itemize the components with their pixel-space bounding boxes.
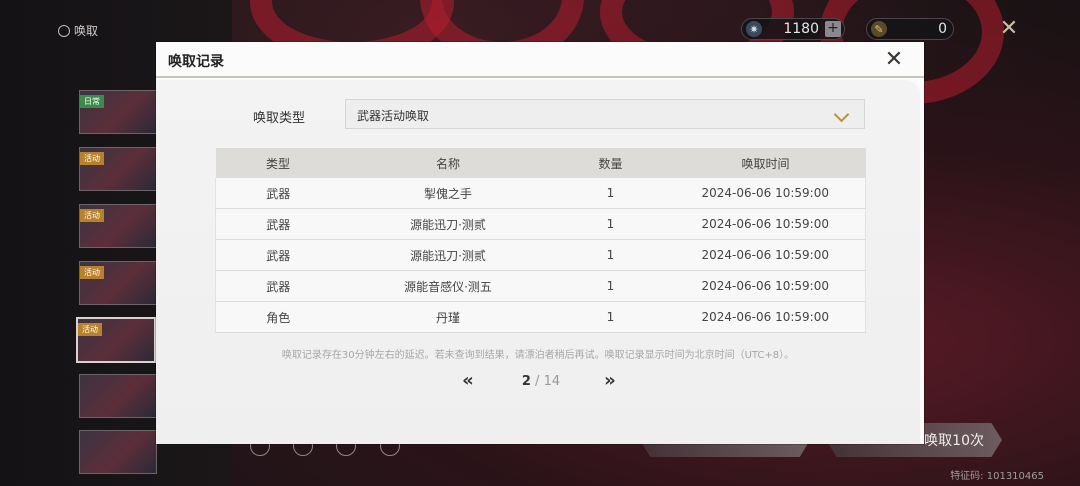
cell-type: 武器 [215,239,341,271]
summon-icon [58,24,70,37]
cell-name: 源能迅刀·测贰 [340,239,556,271]
nav-label: 唤取 [74,24,99,38]
table-row: 武器 源能迅刀·测贰 1 2024-06-06 10:59:00 [215,208,866,240]
column-header: 名称 [340,148,556,178]
banner-card[interactable]: 活动 [79,204,157,248]
modal-body: 唤取类型 武器活动唤取 类型 名称 数量 唤取时间 武器 掣傀之手 1 2024… [156,80,920,444]
banner-tag: 活动 [80,266,104,279]
cell-time: 2024-06-06 10:59:00 [665,208,866,240]
close-page-icon[interactable]: ✕ [998,18,1020,40]
banner-card[interactable] [79,374,157,418]
prev-page-icon[interactable]: « [456,372,480,392]
add-currency-button[interactable]: + [825,21,841,37]
modal-title: 唤取记录 [168,54,224,70]
cell-type: 武器 [215,208,341,240]
banner-tag: 活动 [78,323,102,336]
uid-label: 特征码: 101310465 [950,471,1044,482]
banner-card[interactable]: 日常 [79,90,157,134]
table-row: 武器 源能迅刀·测贰 1 2024-06-06 10:59:00 [215,239,866,271]
nav-title: 唤取 [58,22,98,39]
banner-card[interactable] [79,430,157,474]
cell-qty: 1 [555,301,666,333]
close-icon[interactable]: ✕ [882,48,906,72]
banner-tag: 活动 [80,209,104,222]
cell-type: 角色 [215,301,341,333]
summon-type-select[interactable]: 武器活动唤取 [345,99,865,129]
cell-time: 2024-06-06 10:59:00 [665,270,866,302]
astrite-icon: ✷ [746,21,762,37]
type-label: 唤取类型 [253,111,306,126]
records-table: 类型 名称 数量 唤取时间 武器 掣傀之手 1 2024-06-06 10:59… [215,148,866,333]
table-row: 武器 掣傀之手 1 2024-06-06 10:59:00 [215,178,866,209]
summon-history-modal: 唤取记录 ✕ 唤取类型 武器活动唤取 类型 名称 数量 唤取时间 武器 掣傀之手 [156,42,924,444]
column-header: 数量 [555,148,666,178]
cell-qty: 1 [555,208,666,240]
cell-time: 2024-06-06 10:59:00 [665,178,866,209]
cell-name: 源能迅刀·测贰 [340,208,556,240]
feather-value: 0 [938,21,947,37]
modal-header: 唤取记录 ✕ [156,42,924,78]
astrite-value: 1180 [783,21,819,37]
banner-card-active[interactable]: 活动 [76,317,156,363]
pull-10-label: 唤取10次 [924,433,984,449]
banner-tag: 日常 [80,95,104,108]
cell-type: 武器 [215,270,341,302]
feather-icon: ✎ [871,21,887,37]
banner-card[interactable]: 活动 [79,261,157,305]
feather-counter: ✎ 0 [866,18,954,40]
cell-qty: 1 [555,239,666,271]
page-total: 14 [543,374,561,389]
page-current: 2 [521,374,531,389]
cell-time: 2024-06-06 10:59:00 [665,239,866,271]
column-header: 唤取时间 [665,148,866,178]
table-row: 角色 丹瑾 1 2024-06-06 10:59:00 [215,301,866,333]
banner-card[interactable]: 活动 [79,147,157,191]
table-header-row: 类型 名称 数量 唤取时间 [215,148,866,178]
banner-tag: 活动 [80,152,104,165]
cell-name: 丹瑾 [340,301,556,333]
table-row: 武器 源能音感仪·测五 1 2024-06-06 10:59:00 [215,270,866,302]
page-indicator: 2 / 14 [506,374,576,389]
cell-name: 源能音感仪·测五 [340,270,556,302]
chevron-down-icon [833,106,850,123]
column-header: 类型 [215,148,341,178]
cell-qty: 1 [555,270,666,302]
page-separator: / [530,374,544,389]
cell-type: 武器 [215,178,341,209]
astrite-counter: ✷ 1180 + [741,18,845,40]
cell-name: 掣傀之手 [340,178,556,209]
select-value: 武器活动唤取 [357,109,430,123]
cell-qty: 1 [555,178,666,209]
delay-note: 唤取记录存在30分钟左右的延迟。若未查询到结果，请漂泊者稍后再试。唤取记录显示时… [281,350,795,361]
next-page-icon[interactable]: » [598,372,622,392]
cell-time: 2024-06-06 10:59:00 [665,301,866,333]
pagination: « 2 / 14 » [156,372,920,392]
